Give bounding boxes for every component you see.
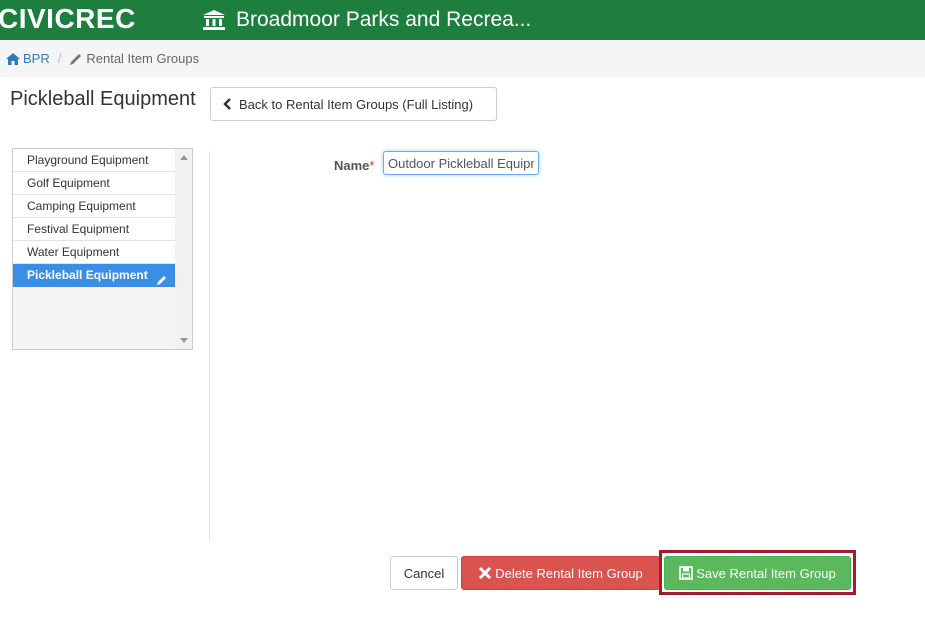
top-navigation-bar: CIVICREC Broadmoor Parks and Recrea... <box>0 0 925 40</box>
chevron-left-icon <box>223 98 231 110</box>
name-field-label: Name* <box>334 158 374 173</box>
delete-rental-item-group-button[interactable]: Delete Rental Item Group <box>461 556 660 590</box>
floppy-disk-icon <box>679 566 694 580</box>
breadcrumb-separator: / <box>57 51 62 66</box>
list-scrollbar[interactable] <box>175 149 192 349</box>
org-name: Broadmoor Parks and Recrea... <box>236 8 532 31</box>
list-item-label: Water Equipment <box>27 245 120 259</box>
save-button-label: Save Rental Item Group <box>696 565 836 581</box>
breadcrumb-home-label: BPR <box>23 51 50 66</box>
rental-item-groups-list[interactable]: Playground Equipment Golf Equipment Camp… <box>12 148 193 350</box>
scroll-down-icon[interactable] <box>175 332 192 349</box>
list-item-label: Golf Equipment <box>27 176 110 190</box>
pencil-icon[interactable] <box>157 270 168 292</box>
breadcrumb-current-label: Rental Item Groups <box>86 51 200 66</box>
cancel-button-label: Cancel <box>403 565 445 581</box>
home-icon <box>6 52 20 65</box>
bank-icon <box>202 9 226 31</box>
breadcrumb-current: Rental Item Groups <box>69 51 199 66</box>
name-label-text: Name <box>334 158 370 173</box>
scroll-up-icon[interactable] <box>175 149 192 166</box>
breadcrumb: BPR / Rental Item Groups <box>0 40 925 77</box>
save-rental-item-group-button[interactable]: Save Rental Item Group <box>664 556 851 590</box>
list-item-label: Festival Equipment <box>27 222 130 236</box>
required-marker: * <box>369 158 375 173</box>
delete-button-label: Delete Rental Item Group <box>495 565 643 581</box>
list-item[interactable]: Water Equipment <box>13 241 176 264</box>
list-item-label: Playground Equipment <box>27 153 149 167</box>
list-item-label: Camping Equipment <box>27 199 136 213</box>
list-item-label: Pickleball Equipment <box>27 268 148 282</box>
cancel-button[interactable]: Cancel <box>390 556 458 590</box>
list-item-selected[interactable]: Pickleball Equipment <box>13 264 176 287</box>
page-title: Pickleball Equipment <box>10 88 196 110</box>
pencil-icon <box>70 53 82 65</box>
back-to-listing-button[interactable]: Back to Rental Item Groups (Full Listing… <box>210 87 497 121</box>
brand-logo[interactable]: CIVICREC <box>0 2 136 36</box>
list-item[interactable]: Festival Equipment <box>13 218 176 241</box>
list-item[interactable]: Camping Equipment <box>13 195 176 218</box>
section-divider <box>209 151 210 540</box>
list-item[interactable]: Playground Equipment <box>13 149 176 172</box>
close-icon <box>479 566 492 580</box>
org-title: Broadmoor Parks and Recrea... <box>202 0 531 40</box>
back-button-label: Back to Rental Item Groups (Full Listing… <box>239 96 474 112</box>
breadcrumb-home-link[interactable]: BPR <box>6 51 50 66</box>
list-item[interactable]: Golf Equipment <box>13 172 176 195</box>
name-input[interactable] <box>383 151 539 175</box>
